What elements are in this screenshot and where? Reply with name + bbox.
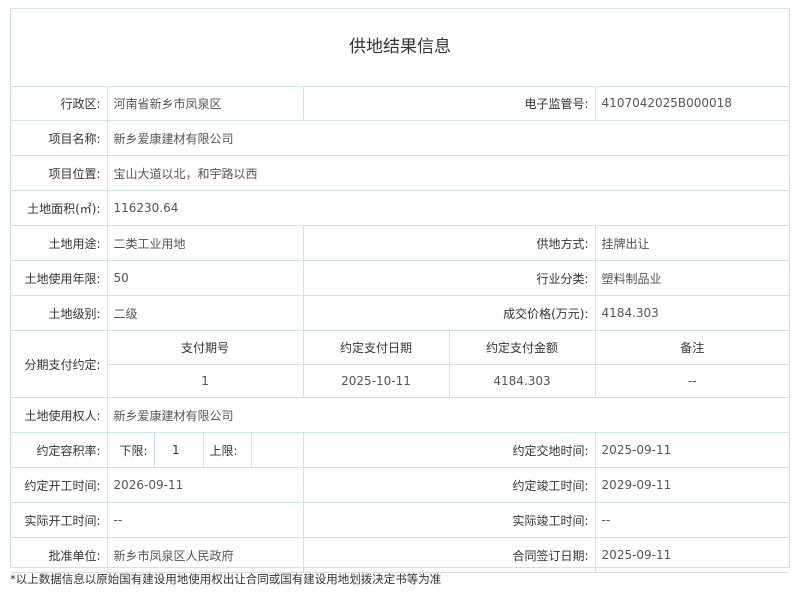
actual-finish-value: -- [594,502,790,538]
land-grade-label: 土地级别: [11,295,108,331]
actual-finish-label: 实际竣工时间: [302,502,596,538]
installment-row: 1 2025-10-11 4184.303 -- [11,363,790,398]
use-years-value: 50 [106,260,304,296]
footnote: *以上数据信息以原始国有建设用地使用权出让合同或国有建设用地划拨决定书等为准 [10,572,442,586]
installment-header-date: 约定支付日期 [302,330,450,365]
land-user-label: 土地使用权人: [11,397,108,433]
finish-time-value: 2029-09-11 [594,467,790,503]
far-upper-label: 上限: [202,432,252,468]
table-row: 土地面积(㎡): 116230.64 [11,190,790,226]
actual-start-value: -- [106,502,304,538]
start-time-label: 约定开工时间: [11,467,108,503]
land-user-value: 新乡爱康建材有限公司 [106,397,790,433]
land-area-value: 116230.64 [106,190,790,226]
land-area-label: 土地面积(㎡): [11,190,108,226]
district-label: 行政区: [11,86,108,121]
installment-header-remark: 备注 [594,330,790,365]
land-use-value: 二类工业用地 [106,225,304,261]
supply-method-label: 供地方式: [302,225,596,261]
industry-value: 塑料制品业 [594,260,790,296]
table-row: 项目名称: 新乡爱康建材有限公司 [11,120,790,156]
table-row: 约定容积率: 下限: 1 上限: 约定交地时间: 2025-09-11 [11,432,790,468]
far-lower-label: 下限: [114,433,156,467]
delivery-time-value: 2025-09-11 [594,432,790,468]
supervision-number-value: 4107042025B000018 [594,86,790,121]
project-name-label: 项目名称: [11,120,108,156]
approver-value: 新乡市凤泉区人民政府 [106,537,304,573]
table-row: 土地使用年限: 50 行业分类: 塑料制品业 [11,260,790,296]
supervision-number-label: 电子监管号: [302,86,596,121]
table-row: 土地用途: 二类工业用地 供地方式: 挂牌出让 [11,225,790,261]
installment-remark: -- [594,363,790,398]
installment-header-row: 分期支付约定: 支付期号 约定支付日期 约定支付金额 备注 [11,330,790,398]
contract-date-value: 2025-09-11 [594,537,790,573]
far-lower-cell: 下限: 1 [106,432,204,468]
table-row: 项目位置: 宝山大道以北，和宇路以西 [11,155,790,191]
installment-date: 2025-10-11 [302,363,450,398]
district-value: 河南省新乡市凤泉区 [106,86,304,121]
price-value: 4184.303 [594,295,790,331]
installment-header-amount: 约定支付金额 [448,330,596,365]
use-years-label: 土地使用年限: [11,260,108,296]
approver-label: 批准单位: [11,537,108,573]
industry-label: 行业分类: [302,260,596,296]
table-row: 约定开工时间: 2026-09-11 约定竣工时间: 2029-09-11 [11,467,790,503]
project-location-value: 宝山大道以北，和宇路以西 [106,155,790,191]
page-title: 供地结果信息 [11,9,789,87]
installment-amount: 4184.303 [448,363,596,398]
installment-header-period: 支付期号 [106,330,304,365]
table-row: 批准单位: 新乡市凤泉区人民政府 合同签订日期: 2025-09-11 [11,537,790,573]
table-row: 土地级别: 二级 成交价格(万元): 4184.303 [11,295,790,331]
far-label: 约定容积率: [11,432,108,468]
land-supply-result-panel: 供地结果信息 行政区: 河南省新乡市凤泉区 电子监管号: 4107042025B… [10,8,790,573]
supply-method-value: 挂牌出让 [594,225,790,261]
installment-label: 分期支付约定: [11,330,108,398]
installment-period: 1 [107,363,304,398]
land-info-table: 行政区: 河南省新乡市凤泉区 电子监管号: 4107042025B000018 … [11,86,790,573]
contract-date-label: 合同签订日期: [302,537,596,573]
project-name-value: 新乡爱康建材有限公司 [106,120,790,156]
delivery-time-label: 约定交地时间: [302,432,596,468]
far-lower-value: 1 [171,443,180,457]
table-row: 土地使用权人: 新乡爱康建材有限公司 [11,397,790,433]
start-time-value: 2026-09-11 [106,467,304,503]
table-row: 行政区: 河南省新乡市凤泉区 电子监管号: 4107042025B000018 [11,86,790,121]
price-label: 成交价格(万元): [302,295,596,331]
land-grade-value: 二级 [106,295,304,331]
finish-time-label: 约定竣工时间: [302,467,596,503]
land-use-label: 土地用途: [11,225,108,261]
table-row: 实际开工时间: -- 实际竣工时间: -- [11,502,790,538]
actual-start-label: 实际开工时间: [11,502,108,538]
project-location-label: 项目位置: [11,155,108,191]
far-upper-value [250,432,304,468]
